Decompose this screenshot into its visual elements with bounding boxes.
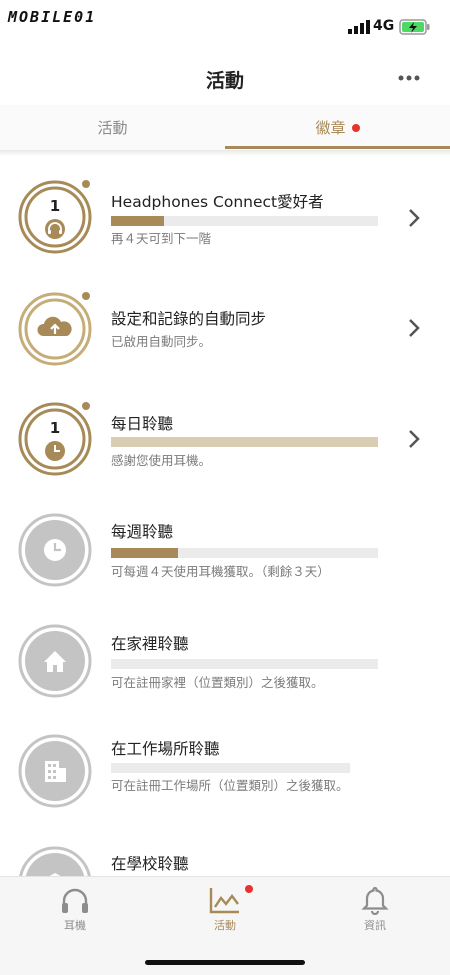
notification-dot xyxy=(351,123,360,132)
badge-row-listen-at-work[interactable]: 在工作場所聆聽 可在註冊工作場所（位置類別）之後獲取。 xyxy=(0,720,450,830)
badge-subtitle: 感謝您使用耳機。 xyxy=(111,453,212,468)
new-indicator-dot xyxy=(82,180,90,188)
badge-title: 在家裡聆聽 xyxy=(111,635,189,653)
badge-title: 每日聆聽 xyxy=(111,415,174,433)
progress-bar-fill xyxy=(111,548,178,558)
badge-subtitle: 可每週４天使用耳機獲取。（剩餘３天） xyxy=(111,564,330,579)
badge-row-listen-at-home[interactable]: 在家裡聆聽 可在註冊家裡（位置類別）之後獲取。 xyxy=(0,608,450,718)
progress-bar xyxy=(111,659,378,669)
progress-bar xyxy=(111,437,378,447)
badge-medal xyxy=(18,846,92,876)
badge-title: Headphones Connect愛好者 xyxy=(111,193,324,211)
badge-medal xyxy=(18,513,92,587)
tab-activity-label: 活動 xyxy=(97,119,128,137)
tab-badges[interactable]: 徽章 xyxy=(225,105,450,150)
clock-icon xyxy=(45,441,65,461)
network-label: 4G xyxy=(373,18,395,34)
badge-title: 每週聆聽 xyxy=(111,523,174,541)
progress-bar xyxy=(111,216,378,226)
badge-medal: 1 xyxy=(18,180,92,254)
cloud-upload-icon xyxy=(37,316,72,336)
bell-icon xyxy=(361,886,389,915)
progress-bar xyxy=(111,548,378,558)
nav-info[interactable]: 資訊 xyxy=(325,885,425,933)
nav-activity-label: 活動 xyxy=(214,919,236,932)
badge-row-auto-sync[interactable]: 設定和記錄的自動同步 已啟用自動同步。 xyxy=(0,272,450,382)
svg-text:1: 1 xyxy=(50,419,60,437)
nav-info-label: 資訊 xyxy=(364,919,386,932)
active-tab-indicator xyxy=(225,146,450,149)
chevron-right-icon[interactable] xyxy=(406,428,422,450)
badge-row-listen-at-school[interactable]: 在學校聆聽 xyxy=(0,836,450,876)
more-dots-icon xyxy=(398,75,420,81)
chevron-right-icon[interactable] xyxy=(406,317,422,339)
new-indicator-dot xyxy=(82,402,90,410)
clock-icon xyxy=(44,539,66,561)
badge-title: 設定和記錄的自動同步 xyxy=(111,310,267,328)
more-button[interactable] xyxy=(392,64,426,92)
signal-icon xyxy=(348,20,370,34)
notification-dot xyxy=(245,885,253,893)
badge-medal: 1 xyxy=(18,402,92,476)
badge-medal xyxy=(18,734,92,808)
badge-subtitle: 可在註冊工作場所（位置類別）之後獲取。 xyxy=(111,778,349,793)
badge-medal xyxy=(18,624,92,698)
badge-subtitle: 再４天可到下一階 xyxy=(111,231,212,246)
tab-badges-label: 徽章 xyxy=(315,119,346,137)
home-indicator xyxy=(145,960,305,965)
badge-list[interactable]: 1 Headphones Connect愛好者 再４天可到下一階 設定和記錄的自… xyxy=(0,160,450,876)
badge-subtitle: 可在註冊家裡（位置類別）之後獲取。 xyxy=(111,675,324,690)
badge-row-weekly-listening[interactable]: 每週聆聽 可每週４天使用耳機獲取。（剩餘３天） xyxy=(0,495,450,605)
progress-bar xyxy=(111,763,350,773)
nav-headphones[interactable]: 耳機 xyxy=(25,885,125,933)
tab-bar: 活動 徽章 xyxy=(0,105,450,150)
tab-activity[interactable]: 活動 xyxy=(0,105,225,150)
nav-headphones-label: 耳機 xyxy=(64,919,86,932)
headphones-icon xyxy=(62,888,88,913)
progress-bar-fill xyxy=(111,216,164,226)
chevron-right-icon[interactable] xyxy=(406,207,422,229)
mobile01-logo: MOBILE01 xyxy=(8,8,97,26)
badge-row-headphones-connect[interactable]: 1 Headphones Connect愛好者 再４天可到下一階 xyxy=(0,160,450,270)
progress-bar-fill xyxy=(111,437,378,447)
status-bar: MOBILE01 4G xyxy=(0,0,450,50)
badge-row-daily-listening[interactable]: 1 每日聆聽 感謝您使用耳機。 xyxy=(0,382,450,492)
nav-activity[interactable]: 活動 xyxy=(175,885,275,933)
header: 活動 xyxy=(0,50,450,106)
activity-chart-icon xyxy=(209,888,239,914)
badge-title: 在學校聆聽 xyxy=(111,855,189,873)
svg-text:1: 1 xyxy=(50,197,60,215)
new-indicator-dot xyxy=(82,292,90,300)
badge-medal xyxy=(18,292,92,366)
battery-charging-icon xyxy=(399,19,430,35)
badge-subtitle: 已啟用自動同步。 xyxy=(111,334,212,349)
badge-title: 在工作場所聆聽 xyxy=(111,740,220,758)
page-title: 活動 xyxy=(205,70,244,92)
